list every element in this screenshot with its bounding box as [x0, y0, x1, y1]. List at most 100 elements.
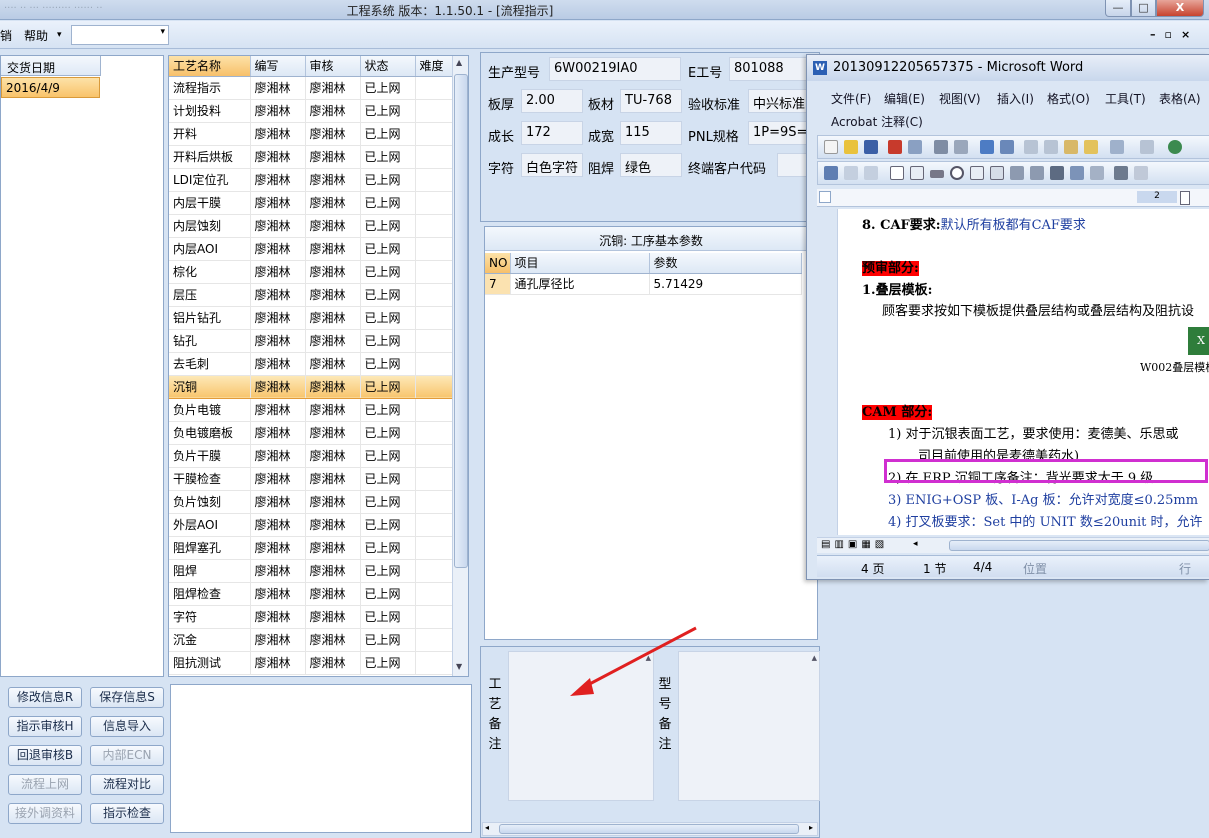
- process-scrollbar[interactable]: ▲ ▼: [452, 56, 468, 676]
- status-cell[interactable]: 已上网: [360, 467, 416, 491]
- process-name-cell[interactable]: 流程指示: [169, 76, 251, 100]
- status-cell[interactable]: 已上网: [360, 513, 416, 537]
- table-row[interactable]: 铝片钻孔 廖湘林 廖湘林 已上网: [169, 306, 453, 330]
- char-field[interactable]: 白色字符: [521, 153, 583, 177]
- difficulty-cell[interactable]: [415, 374, 453, 399]
- scroll-left-icon[interactable]: ◂: [913, 539, 918, 549]
- difficulty-cell[interactable]: [415, 306, 453, 330]
- author-cell[interactable]: 廖湘林: [250, 329, 306, 353]
- table-row[interactable]: 负片蚀刻 廖湘林 廖湘林 已上网: [169, 490, 453, 514]
- reviewer-cell[interactable]: 廖湘林: [305, 490, 361, 514]
- difficulty-cell[interactable]: [415, 421, 453, 445]
- process-name-cell[interactable]: 负电镀磨板: [169, 421, 251, 445]
- memo-textarea[interactable]: [170, 684, 472, 833]
- author-cell[interactable]: 廖湘林: [250, 605, 306, 629]
- reviewer-cell[interactable]: 廖湘林: [305, 467, 361, 491]
- table-row[interactable]: 沉金 廖湘林 廖湘林 已上网: [169, 628, 453, 652]
- col-no[interactable]: NO: [485, 253, 511, 274]
- difficulty-cell[interactable]: [415, 191, 453, 215]
- hyperlink-icon[interactable]: [1168, 140, 1182, 154]
- reviewer-cell[interactable]: 廖湘林: [305, 536, 361, 560]
- listbox-icon[interactable]: [970, 166, 984, 180]
- status-cell[interactable]: 已上网: [360, 237, 416, 261]
- table-row[interactable]: 计划投料 廖湘林 廖湘林 已上网: [169, 99, 453, 123]
- author-cell[interactable]: 廖湘林: [250, 352, 306, 376]
- difficulty-cell[interactable]: [415, 559, 453, 583]
- word-menu-insert[interactable]: 插入(I): [997, 90, 1034, 107]
- draw-icon[interactable]: [824, 166, 838, 180]
- status-cell[interactable]: 已上网: [360, 651, 416, 675]
- date-cell[interactable]: 2016/4/9: [1, 77, 100, 98]
- indent-marker-icon[interactable]: [1180, 191, 1190, 205]
- status-cell[interactable]: 已上网: [360, 99, 416, 123]
- status-cell[interactable]: 已上网: [360, 582, 416, 606]
- status-cell[interactable]: 已上网: [360, 191, 416, 215]
- col-author[interactable]: 编写: [250, 56, 306, 77]
- view-buttons-icon[interactable]: ▤▥▣▦▧: [821, 539, 888, 550]
- table-row[interactable]: 开料后烘板 廖湘林 廖湘林 已上网: [169, 145, 453, 169]
- scroll-left-icon[interactable]: ◂: [485, 823, 489, 832]
- toolbar-combo[interactable]: ▾: [71, 25, 169, 45]
- word-ruler[interactable]: 2: [817, 189, 1209, 207]
- param-no-cell[interactable]: 7: [485, 273, 511, 295]
- word-menu-format[interactable]: 格式(O): [1047, 90, 1090, 107]
- author-cell[interactable]: 廖湘林: [250, 536, 306, 560]
- author-cell[interactable]: 廖湘林: [250, 214, 306, 238]
- author-cell[interactable]: 廖湘林: [250, 651, 306, 675]
- edit-form-icon[interactable]: [844, 166, 858, 180]
- reviewer-cell[interactable]: 廖湘林: [305, 237, 361, 261]
- print-icon[interactable]: [908, 140, 922, 154]
- mask-field[interactable]: 绿色: [620, 153, 682, 177]
- reviewer-cell[interactable]: 廖湘林: [305, 374, 361, 399]
- difficulty-cell[interactable]: [415, 76, 453, 100]
- col-difficulty[interactable]: 难度: [415, 56, 453, 77]
- redo-icon[interactable]: [1140, 140, 1154, 154]
- table-row[interactable]: 7 通孔厚径比 5.71429: [485, 273, 802, 295]
- pdf-icon[interactable]: [888, 140, 902, 154]
- author-cell[interactable]: 廖湘林: [250, 260, 306, 284]
- difficulty-cell[interactable]: [415, 168, 453, 192]
- process-name-cell[interactable]: 阻抗测试: [169, 651, 251, 675]
- reviewer-cell[interactable]: 廖湘林: [305, 582, 361, 606]
- difficulty-cell[interactable]: [415, 467, 453, 491]
- scroll-thumb[interactable]: [454, 74, 468, 568]
- reviewer-cell[interactable]: 廖湘林: [305, 260, 361, 284]
- process-name-cell[interactable]: 阻焊检查: [169, 582, 251, 606]
- scroll-thumb[interactable]: [499, 824, 799, 834]
- word-window[interactable]: W 20130912205657375 - Microsoft Word 文件(…: [806, 54, 1209, 580]
- author-cell[interactable]: 廖湘林: [250, 490, 306, 514]
- status-cell[interactable]: 已上网: [360, 76, 416, 100]
- reviewer-cell[interactable]: 廖湘林: [305, 306, 361, 330]
- combobox-icon[interactable]: [990, 166, 1004, 180]
- col-process-name[interactable]: 工艺名称: [169, 56, 251, 77]
- excel-attachment-icon[interactable]: X: [1188, 327, 1209, 355]
- process-name-cell[interactable]: 负片蚀刻: [169, 490, 251, 514]
- status-cell[interactable]: 已上网: [360, 444, 416, 468]
- more-controls-icon[interactable]: [1090, 166, 1104, 180]
- process-name-cell[interactable]: 阻焊塞孔: [169, 536, 251, 560]
- status-cell[interactable]: 已上网: [360, 306, 416, 330]
- status-cell[interactable]: 已上网: [360, 398, 416, 422]
- author-cell[interactable]: 廖湘林: [250, 191, 306, 215]
- reviewer-cell[interactable]: 廖湘林: [305, 651, 361, 675]
- scroll-down-icon[interactable]: ▼: [456, 662, 462, 671]
- table-row[interactable]: 内层干膜 廖湘林 廖湘林 已上网: [169, 191, 453, 215]
- author-cell[interactable]: 廖湘林: [250, 76, 306, 100]
- difficulty-cell[interactable]: [415, 628, 453, 652]
- save-icon[interactable]: [864, 140, 878, 154]
- author-cell[interactable]: 廖湘林: [250, 374, 306, 399]
- status-cell[interactable]: 已上网: [360, 559, 416, 583]
- word-menu-edit[interactable]: 编辑(E): [884, 90, 925, 107]
- difficulty-cell[interactable]: [415, 283, 453, 307]
- reviewer-cell[interactable]: 廖湘林: [305, 628, 361, 652]
- textbox-icon[interactable]: [910, 166, 924, 180]
- table-row[interactable]: 层压 廖湘林 廖湘林 已上网: [169, 283, 453, 307]
- zoom-icon[interactable]: [954, 140, 968, 154]
- difficulty-cell[interactable]: [415, 214, 453, 238]
- author-cell[interactable]: 廖湘林: [250, 99, 306, 123]
- author-cell[interactable]: 廖湘林: [250, 444, 306, 468]
- info-import-button[interactable]: 信息导入: [90, 716, 164, 737]
- difficulty-cell[interactable]: [415, 582, 453, 606]
- label-icon[interactable]: [1050, 166, 1064, 180]
- difficulty-cell[interactable]: [415, 444, 453, 468]
